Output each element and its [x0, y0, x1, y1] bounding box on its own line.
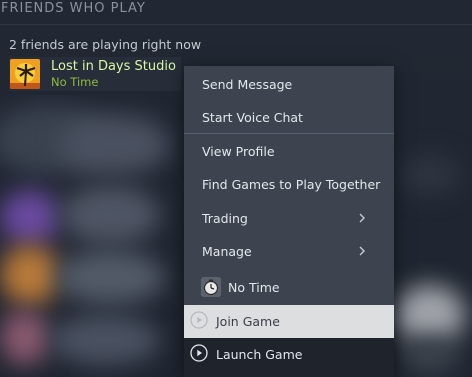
- send-message-item[interactable]: Send Message: [184, 68, 394, 101]
- friend-context-menu: Send Message Start Voice Chat View Profi…: [184, 66, 394, 377]
- find-games-together-item[interactable]: Find Games to Play Together: [184, 168, 394, 201]
- friends-who-play-panel: FRIENDS WHO PLAY 2 friends are playing r…: [0, 0, 472, 377]
- menu-item-label: View Profile: [202, 144, 275, 159]
- menu-item-label: Manage: [202, 244, 252, 259]
- menu-item-label: No Time: [228, 280, 280, 295]
- section-title: FRIENDS WHO PLAY: [1, 1, 146, 16]
- friend-game-status: No Time: [51, 75, 99, 89]
- clock-game-icon: [201, 277, 221, 297]
- launch-game-item[interactable]: Launch Game: [184, 338, 394, 377]
- start-voice-chat-item[interactable]: Start Voice Chat: [184, 101, 394, 134]
- view-profile-item[interactable]: View Profile: [184, 135, 394, 168]
- menu-item-label: Trading: [202, 211, 248, 226]
- menu-item-label: Join Game: [216, 314, 280, 329]
- menu-divider: [184, 133, 394, 134]
- menu-item-label: Start Voice Chat: [202, 110, 303, 125]
- play-circle-icon: [190, 311, 208, 329]
- chevron-right-icon: [359, 213, 365, 223]
- game-info-item[interactable]: No Time: [184, 271, 394, 304]
- play-circle-icon: [190, 344, 208, 362]
- trading-item[interactable]: Trading: [184, 202, 394, 235]
- menu-item-label: Launch Game: [216, 347, 303, 362]
- friend-row[interactable]: Lost in Days Studio No Time: [9, 57, 181, 91]
- section-header: FRIENDS WHO PLAY: [0, 0, 472, 25]
- join-game-item[interactable]: Join Game: [184, 305, 394, 338]
- palm-tree-avatar-icon: [10, 59, 40, 89]
- menu-item-label: Find Games to Play Together: [202, 177, 381, 192]
- chevron-right-icon: [359, 246, 365, 256]
- friends-playing-count: 2 friends are playing right now: [9, 37, 202, 52]
- friend-name: Lost in Days Studio: [51, 59, 176, 74]
- manage-item[interactable]: Manage: [184, 235, 394, 268]
- menu-item-label: Send Message: [202, 77, 293, 92]
- friend-avatar[interactable]: [10, 59, 40, 89]
